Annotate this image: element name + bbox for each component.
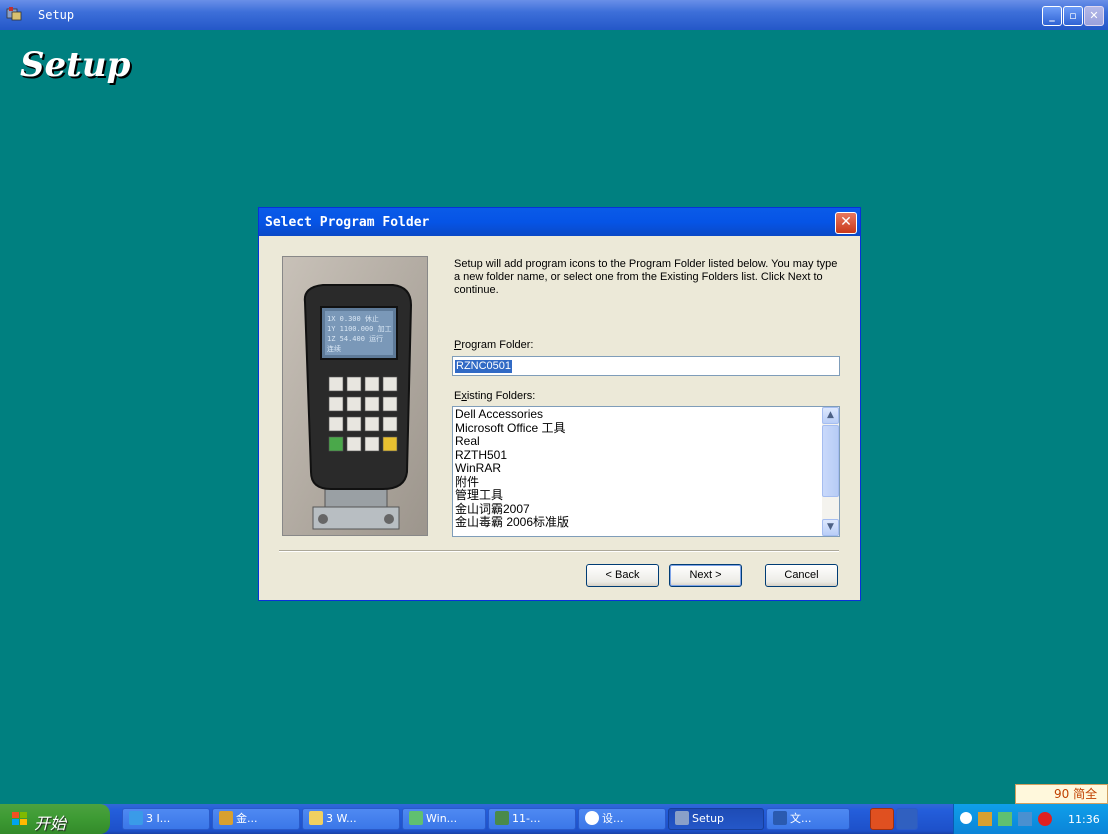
start-button[interactable]: 开始 — [0, 804, 110, 834]
dialog-title-bar: Select Program Folder ✕ — [259, 208, 860, 236]
list-item[interactable]: 金山词霸2007 — [455, 502, 569, 517]
window-icon — [495, 811, 509, 825]
quick-launch-button[interactable] — [870, 808, 894, 830]
device-screen-line: 1X 0.300 休止 — [327, 314, 379, 323]
start-label: 开始 — [34, 814, 67, 833]
handheld-controller-image: 1X 0.300 休止 1Y 1100.000 加工 1Z 54.400 运行 … — [283, 257, 427, 535]
tray-network-icon[interactable] — [998, 812, 1012, 826]
winrar-icon — [409, 811, 423, 825]
list-scrollbar[interactable]: ▲ ▼ — [822, 407, 839, 536]
taskbar-task[interactable]: 设... — [578, 808, 666, 830]
maximize-button[interactable]: ▫ — [1063, 6, 1083, 26]
device-screen-line: 1Z 54.400 运行 — [327, 334, 383, 343]
document-icon — [773, 811, 787, 825]
program-folder-input[interactable]: RZNC0501 — [452, 356, 840, 376]
taskbar-task[interactable]: Win... — [402, 808, 486, 830]
help-icon[interactable] — [896, 808, 918, 830]
taskbar-task-setup[interactable]: Setup — [668, 808, 764, 830]
app-title-bar: Setup _ ▫ ✕ — [0, 0, 1108, 30]
tray-app-icon[interactable] — [978, 812, 992, 826]
select-program-folder-dialog: Select Program Folder ✕ 1X 0.300 休止 1Y 1… — [258, 207, 861, 601]
taskbar-task[interactable]: 金... — [212, 808, 300, 830]
minimize-button[interactable]: _ — [1042, 6, 1062, 26]
taskbar-task[interactable]: 3 W... — [302, 808, 400, 830]
taskbar-task[interactable]: 3 I... — [122, 808, 210, 830]
tray-arrow-icon[interactable] — [960, 812, 972, 824]
button-divider — [279, 550, 839, 552]
tray-security-icon[interactable] — [1038, 812, 1052, 826]
program-folder-value: RZNC0501 — [455, 360, 513, 373]
existing-folders-list[interactable]: Dell Accessories Microsoft Office 工具 Rea… — [452, 406, 840, 537]
scroll-thumb[interactable] — [822, 425, 839, 497]
device-screen-line: 1Y 1100.000 加工 — [327, 324, 392, 333]
back-button[interactable]: < Back — [586, 564, 659, 587]
dialog-title: Select Program Folder — [265, 215, 430, 230]
list-item[interactable]: 管理工具 — [455, 488, 569, 503]
windows-flag-icon — [12, 812, 27, 825]
device-screen-line: 连续 — [327, 344, 341, 353]
folder-icon — [309, 811, 323, 825]
list-item[interactable]: Dell Accessories — [455, 407, 569, 422]
setup-icon — [675, 811, 689, 825]
app-icon — [219, 811, 233, 825]
clock[interactable]: 11:36 — [1068, 813, 1100, 826]
device-photo: 1X 0.300 休止 1Y 1100.000 加工 1Z 54.400 运行 … — [282, 256, 428, 536]
next-button[interactable]: Next > — [669, 564, 742, 587]
taskbar-task[interactable]: 文... — [766, 808, 850, 830]
list-item[interactable]: WinRAR — [455, 461, 569, 476]
tray-volume-icon[interactable] — [1018, 812, 1032, 826]
ime-toolbar[interactable]: 90 简全 — [1015, 784, 1108, 804]
taskbar: 开始 3 I... 金... 3 W... Win... 11-... 设...… — [0, 804, 1108, 834]
list-item[interactable]: 附件 — [455, 475, 569, 490]
list-item[interactable]: 金山毒霸 2006标准版 — [455, 515, 569, 530]
app-title: Setup — [38, 8, 75, 22]
close-button[interactable]: ✕ — [1084, 6, 1104, 26]
list-item[interactable]: Microsoft Office 工具 — [455, 421, 569, 436]
dialog-close-button[interactable]: ✕ — [835, 212, 857, 234]
program-folder-label: Program Folder: — [454, 339, 534, 351]
setup-heading: Setup — [20, 45, 131, 85]
dialog-description: Setup will add program icons to the Prog… — [454, 258, 838, 296]
settings-icon — [585, 811, 599, 825]
cancel-button[interactable]: Cancel — [765, 564, 838, 587]
existing-folders-label: Existing Folders: — [454, 390, 536, 402]
list-item[interactable]: RZTH501 — [455, 448, 569, 463]
taskbar-task[interactable]: 11-... — [488, 808, 576, 830]
scroll-down-button[interactable]: ▼ — [822, 519, 839, 536]
setup-app-icon — [6, 7, 22, 21]
list-item[interactable]: Real — [455, 434, 569, 449]
scroll-up-button[interactable]: ▲ — [822, 407, 839, 424]
ie-icon — [129, 811, 143, 825]
